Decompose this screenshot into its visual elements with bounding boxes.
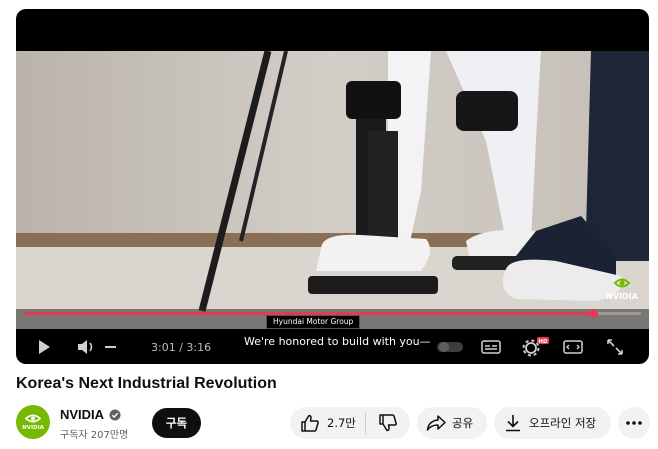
play-icon [39, 340, 50, 354]
autoplay-toggle[interactable] [436, 338, 464, 356]
channel-name-link[interactable]: NVIDIA [60, 407, 121, 422]
miniplayer-button[interactable] [562, 338, 584, 356]
video-scene [16, 51, 649, 329]
player-controls: 3:01 / 3:16 HD [16, 329, 649, 364]
dislike-button[interactable] [366, 407, 410, 439]
caption-speaker: Hyundai Motor Group [266, 315, 361, 329]
time-separator: / [179, 341, 183, 354]
share-button[interactable]: 공유 [417, 407, 487, 439]
dislike-icon [379, 414, 397, 432]
video-player[interactable]: NVIDIA Hyundai Motor Group We're honored… [16, 9, 649, 364]
volume-icon [78, 340, 116, 354]
play-button[interactable] [34, 338, 54, 356]
miniplayer-icon [563, 340, 583, 354]
hd-badge: HD [538, 339, 548, 345]
download-icon [506, 415, 520, 432]
time-display: 3:01 / 3:16 [151, 341, 211, 354]
progress-scrubber[interactable] [588, 309, 598, 318]
share-icon [426, 415, 446, 431]
subtitles-icon [481, 340, 501, 354]
avatar-text: NVIDIA [22, 425, 44, 431]
subscriber-count: 구독자 207만명 [60, 430, 129, 441]
fullscreen-icon [607, 339, 623, 355]
fullscreen-button[interactable] [604, 338, 626, 356]
video-title: Korea's Next Industrial Revolution [16, 375, 277, 392]
like-button[interactable]: 2.7만 [290, 407, 365, 439]
nvidia-logo-icon [25, 414, 41, 423]
offline-save-button[interactable]: 오프라인 저장 [494, 407, 611, 439]
like-icon [301, 414, 319, 432]
volume-button[interactable] [76, 338, 120, 356]
like-count: 2.7만 [327, 416, 356, 430]
more-icon [626, 421, 642, 425]
current-time: 3:01 [151, 341, 176, 354]
share-label: 공유 [452, 416, 474, 430]
nvidia-watermark: NVIDIA [605, 276, 639, 301]
subscribe-button[interactable]: 구독 [152, 408, 201, 438]
more-actions-button[interactable] [618, 407, 650, 439]
autoplay-toggle-icon [437, 342, 463, 352]
subtitles-button[interactable] [480, 338, 502, 356]
like-dislike-group: 2.7만 [290, 407, 410, 439]
settings-button[interactable]: HD [520, 337, 550, 357]
verified-icon [109, 409, 121, 420]
video-frame[interactable]: NVIDIA [16, 51, 649, 329]
offline-label: 오프라인 저장 [529, 416, 597, 430]
channel-name: NVIDIA [60, 407, 105, 422]
settings-icon: HD [522, 337, 549, 357]
duration: 3:16 [186, 341, 212, 354]
channel-avatar[interactable]: NVIDIA [16, 405, 50, 439]
nvidia-eye-icon [613, 276, 631, 290]
watermark-text: NVIDIA [606, 292, 638, 301]
